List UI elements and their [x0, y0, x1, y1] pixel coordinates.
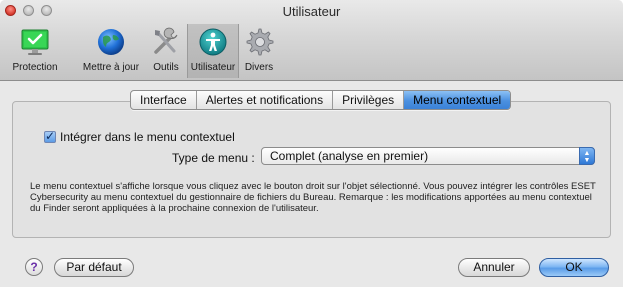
tab-privileges[interactable]: Privilèges	[333, 91, 405, 109]
user-icon	[199, 28, 227, 56]
tab-bar: Interface Alertes et notifications Privi…	[130, 90, 512, 110]
toolbar-item-protection[interactable]: Protection	[2, 24, 68, 78]
tab-interface[interactable]: Interface	[131, 91, 197, 109]
toolbar-item-tools[interactable]: Outils	[148, 24, 184, 78]
cancel-button[interactable]: Annuler	[458, 258, 530, 277]
tab-alerts-notifications[interactable]: Alertes et notifications	[197, 91, 334, 109]
globe-icon	[98, 29, 124, 55]
help-button[interactable]: ?	[25, 258, 43, 276]
integrate-context-menu-row: ✓ Intégrer dans le menu contextuel	[44, 130, 235, 144]
menu-type-value: Complet (analyse en premier)	[270, 149, 429, 163]
title-toolbar-bar: Utilisateur Protection Mettre à jour Out…	[0, 0, 623, 81]
toolbar-label-tools: Outils	[153, 62, 179, 73]
tab-context-menu[interactable]: Menu contextuel	[404, 91, 511, 109]
ok-button[interactable]: OK	[539, 258, 609, 277]
monitor-check-icon	[21, 29, 49, 55]
gear-icon	[246, 28, 274, 56]
toolbar-label-user: Utilisateur	[190, 62, 236, 73]
integrate-context-menu-label[interactable]: Intégrer dans le menu contextuel	[60, 130, 235, 144]
select-arrows-icon: ▲ ▼	[579, 147, 595, 165]
preferences-window: Utilisateur Protection Mettre à jour Out…	[0, 0, 623, 287]
toolbar-item-update[interactable]: Mettre à jour	[76, 24, 146, 78]
context-menu-description: Le menu contextuel s'affiche lorsque vou…	[30, 181, 596, 214]
toolbar-label-protection: Protection	[12, 62, 58, 73]
tools-icon	[154, 27, 178, 54]
integrate-context-menu-checkbox[interactable]: ✓	[44, 130, 56, 143]
toolbar-label-update: Mettre à jour	[82, 62, 140, 73]
toolbar-item-misc[interactable]: Divers	[241, 24, 277, 78]
menu-type-select[interactable]: Complet (analyse en premier) ▲ ▼	[261, 147, 595, 165]
menu-type-label: Type de menu :	[172, 151, 255, 165]
settings-panel	[12, 101, 611, 238]
toolbar-label-misc: Divers	[244, 62, 274, 73]
toolbar-item-user[interactable]: Utilisateur	[187, 24, 239, 78]
window-title: Utilisateur	[282, 4, 341, 19]
default-button[interactable]: Par défaut	[54, 258, 134, 277]
